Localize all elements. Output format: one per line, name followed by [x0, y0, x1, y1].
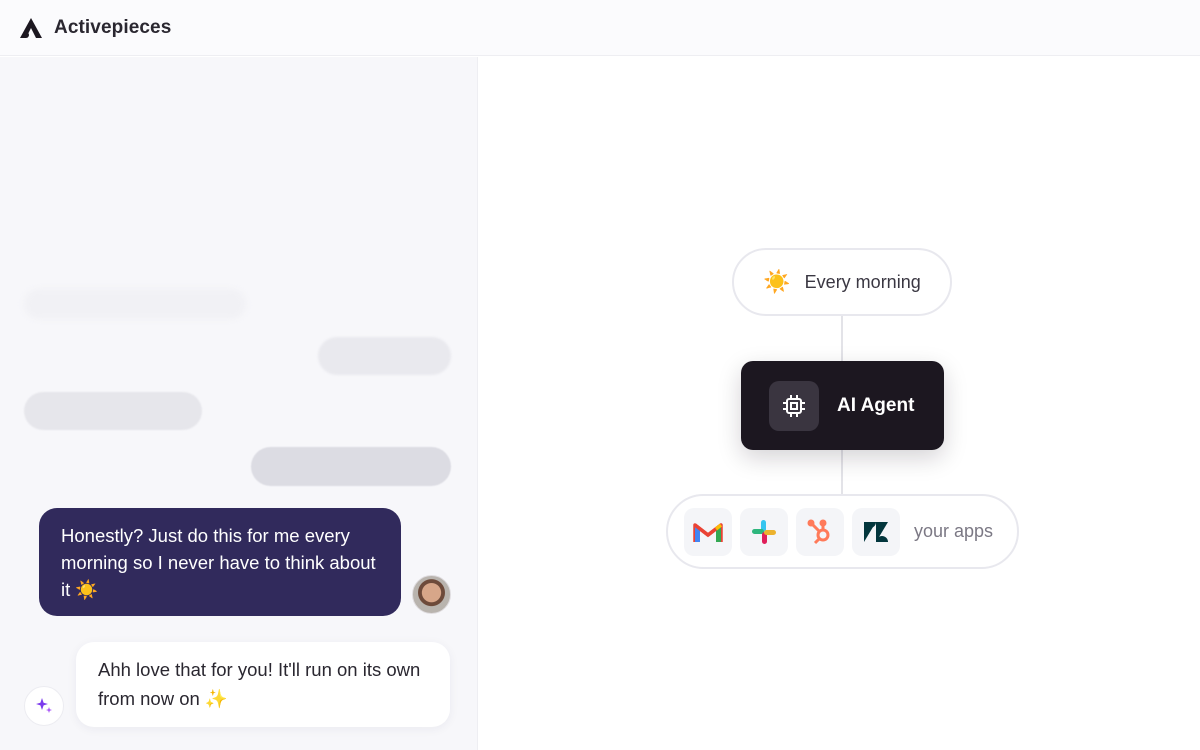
trigger-label: Every morning — [804, 271, 921, 292]
apps-node[interactable]: your apps — [666, 494, 1019, 569]
app-header: Activepieces — [0, 0, 1200, 56]
ai-agent-node[interactable]: AI Agent — [741, 361, 944, 450]
assistant-message-text: Ahh love that for you! It'll run on its … — [98, 659, 421, 709]
faded-message-placeholder — [24, 289, 246, 319]
flow-connector — [841, 450, 843, 495]
brand-name[interactable]: Activepieces — [54, 17, 171, 39]
flow-connector — [841, 314, 843, 361]
apps-label: your apps — [914, 521, 994, 541]
faded-message-placeholder — [318, 337, 451, 375]
user-message-bubble: Honestly? Just do this for me every morn… — [39, 508, 401, 616]
hubspot-icon — [796, 507, 844, 556]
chip-icon — [769, 380, 819, 431]
assistant-message-bubble: Ahh love that for you! It'll run on its … — [76, 642, 450, 727]
user-message-text: Honestly? Just do this for me every morn… — [61, 525, 376, 600]
faded-message-placeholder — [251, 447, 451, 486]
sun-icon: ☀️ — [763, 269, 791, 294]
sparkle-icon — [24, 686, 64, 726]
trigger-node[interactable]: ☀️ Every morning — [732, 248, 952, 316]
chat-panel: Honestly? Just do this for me every morn… — [0, 57, 478, 750]
gmail-icon — [684, 507, 732, 556]
activepieces-logo-icon[interactable] — [20, 17, 42, 38]
flow-canvas: ☀️ Every morning AI Agent your apps — [479, 57, 1200, 750]
slack-icon — [740, 507, 788, 556]
ai-agent-label: AI Agent — [837, 394, 915, 416]
zendesk-icon — [852, 507, 900, 556]
faded-message-placeholder — [24, 392, 202, 430]
user-avatar — [412, 575, 451, 614]
